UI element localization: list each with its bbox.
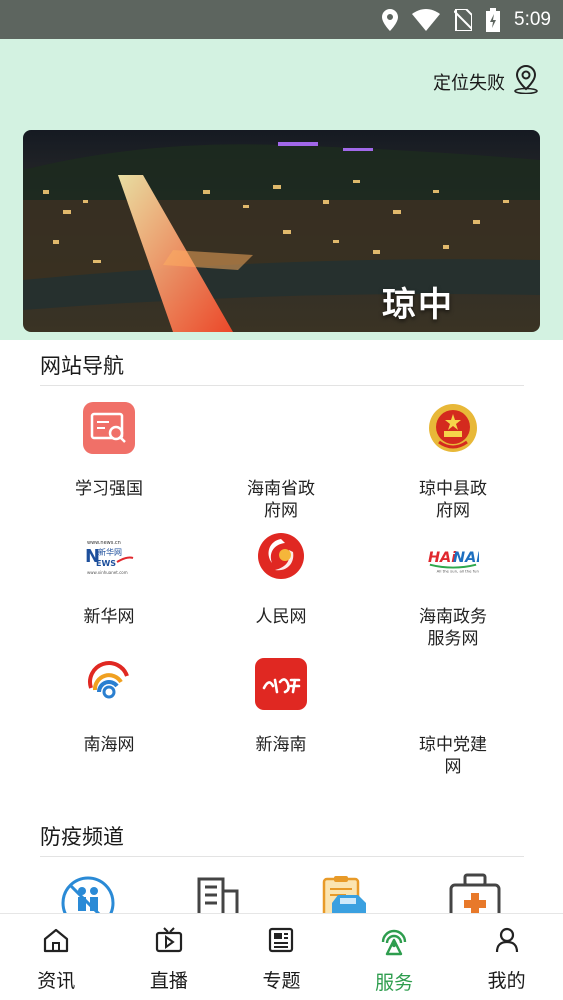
xinhainan-logo-icon bbox=[255, 658, 307, 710]
wifi-icon bbox=[412, 8, 441, 31]
location-text: 定位失败 bbox=[433, 72, 505, 94]
nav-item-xinhainan[interactable]: 新海南 bbox=[216, 658, 346, 756]
nav-item-label: 人民网 bbox=[255, 607, 307, 627]
tab-label: 专题 bbox=[262, 970, 301, 992]
nav-item-renmin[interactable]: 人民网 bbox=[216, 530, 346, 628]
site-nav-divider bbox=[40, 385, 524, 386]
tab-live[interactable]: 直播 bbox=[113, 914, 226, 1000]
status-bar: 5:09 bbox=[0, 0, 563, 39]
location-pin-status-icon bbox=[382, 8, 399, 31]
vehicle-checklist-icon[interactable] bbox=[316, 873, 376, 913]
banner-title: 琼中 bbox=[382, 285, 454, 325]
service-signal-icon bbox=[379, 926, 409, 960]
svg-text:www.xinhuanet.com: www.xinhuanet.com bbox=[87, 570, 128, 575]
no-sim-icon bbox=[454, 8, 473, 31]
nav-item-label: 新海南 bbox=[255, 735, 307, 755]
blank-icon bbox=[255, 402, 307, 454]
nanhai-logo-icon bbox=[83, 658, 135, 710]
tab-mine[interactable]: 我的 bbox=[450, 914, 563, 1000]
building-icon[interactable] bbox=[187, 873, 247, 913]
blank-icon bbox=[427, 658, 479, 710]
status-time: 5:09 bbox=[514, 8, 551, 30]
site-nav-title: 网站导航 bbox=[40, 354, 124, 378]
svg-text:EWS: EWS bbox=[96, 559, 116, 568]
epidemic-divider bbox=[40, 856, 524, 857]
nav-item-label: 学习强国 bbox=[75, 479, 143, 499]
nav-item-xinhua[interactable]: www.news.cn N 新华网 EWS www.xinhuanet.com 新华网 bbox=[44, 530, 174, 628]
people-logo-icon bbox=[255, 530, 307, 582]
nav-item-qiongzhong-party[interactable]: 琼中党建网 bbox=[388, 658, 518, 778]
nav-item-label: 海南省政府网 bbox=[247, 479, 315, 521]
nav-item-xuexi[interactable]: 学习强国 bbox=[44, 402, 174, 500]
tab-topics[interactable]: 专题 bbox=[225, 914, 338, 1000]
battery-charging-icon bbox=[486, 7, 501, 32]
home-icon bbox=[42, 926, 70, 958]
nav-item-label: 新华网 bbox=[83, 607, 135, 627]
hainan-logo-icon: HAiNANAll the sun, all the fun bbox=[427, 530, 479, 582]
tab-label: 资讯 bbox=[37, 970, 76, 992]
location-pin-icon bbox=[511, 64, 541, 99]
svg-text:新华网: 新华网 bbox=[98, 547, 122, 557]
xinhua-logo-icon: www.news.cn N 新华网 EWS www.xinhuanet.com bbox=[83, 530, 135, 582]
night-city-image bbox=[23, 130, 540, 332]
no-gathering-icon[interactable] bbox=[58, 873, 118, 913]
nav-item-hainan-gov[interactable]: 海南省政府网 bbox=[216, 402, 346, 522]
xuexi-qiangguo-icon bbox=[83, 402, 135, 454]
national-emblem-icon bbox=[427, 402, 479, 454]
nav-item-nanhai[interactable]: 南海网 bbox=[44, 658, 174, 756]
tab-label: 我的 bbox=[487, 970, 526, 992]
newspaper-icon bbox=[267, 926, 295, 958]
tv-live-icon bbox=[154, 926, 184, 958]
nav-item-hainan-service[interactable]: HAiNANAll the sun, all the fun 海南政务服务网 bbox=[388, 530, 518, 650]
medical-kit-icon[interactable] bbox=[445, 873, 505, 913]
tab-news[interactable]: 资讯 bbox=[0, 914, 113, 1000]
tab-label: 服务 bbox=[375, 972, 414, 994]
city-banner[interactable]: 琼中 bbox=[23, 130, 540, 332]
tab-service[interactable]: 服务 bbox=[338, 914, 451, 1000]
tab-label: 直播 bbox=[149, 970, 188, 992]
nav-item-label: 南海网 bbox=[83, 735, 135, 755]
nav-item-label: 琼中党建网 bbox=[419, 735, 487, 777]
nav-item-qiongzhong-gov[interactable]: 琼中县政府网 bbox=[388, 402, 518, 522]
svg-text:All the sun, all the fun: All the sun, all the fun bbox=[437, 568, 479, 573]
epidemic-title: 防疫频道 bbox=[40, 825, 124, 849]
nav-item-label: 琼中县政府网 bbox=[419, 479, 487, 521]
nav-item-label: 海南政务服务网 bbox=[419, 607, 487, 649]
user-icon bbox=[493, 926, 521, 958]
svg-text:NAN: NAN bbox=[453, 550, 479, 566]
bottom-nav: 资讯 直播 专题 服务 我的 bbox=[0, 913, 563, 1000]
location-button[interactable]: 定位失败 bbox=[433, 64, 541, 99]
